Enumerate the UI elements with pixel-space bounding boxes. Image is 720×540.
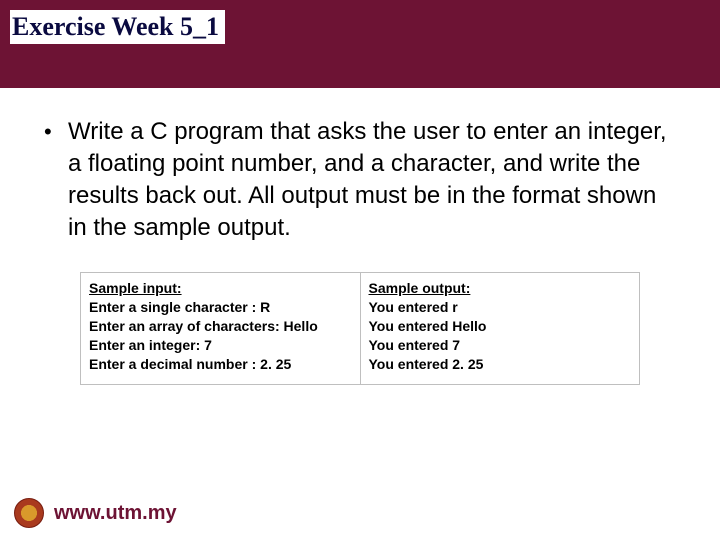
sample-input-line: Enter an array of characters: Hello	[89, 317, 352, 336]
sample-input-line: Enter a decimal number : 2. 25	[89, 355, 352, 374]
sample-input-line: Enter a single character : R	[89, 298, 352, 317]
sample-output-header: Sample output:	[369, 279, 632, 298]
slide-content: • Write a C program that asks the user t…	[0, 88, 720, 385]
bullet-marker: •	[40, 116, 68, 148]
bullet-text: Write a C program that asks the user to …	[68, 116, 680, 244]
footer: www.utm.my	[14, 498, 177, 528]
sample-box: Sample input: Enter a single character :…	[80, 272, 640, 385]
sample-input-column: Sample input: Enter a single character :…	[81, 273, 360, 384]
bullet-item: • Write a C program that asks the user t…	[40, 116, 680, 244]
sample-input-header: Sample input:	[89, 279, 352, 298]
sample-output-line: You entered 7	[369, 336, 632, 355]
sample-output-line: You entered r	[369, 298, 632, 317]
slide-title: Exercise Week 5_1	[10, 10, 225, 44]
footer-url: www.utm.my	[54, 502, 177, 525]
sample-input-line: Enter an integer: 7	[89, 336, 352, 355]
title-bar: Exercise Week 5_1	[0, 0, 720, 88]
sample-output-line: You entered Hello	[369, 317, 632, 336]
sample-output-line: You entered 2. 25	[369, 355, 632, 374]
utm-logo-icon	[14, 498, 44, 528]
sample-output-column: Sample output: You entered r You entered…	[361, 273, 640, 384]
